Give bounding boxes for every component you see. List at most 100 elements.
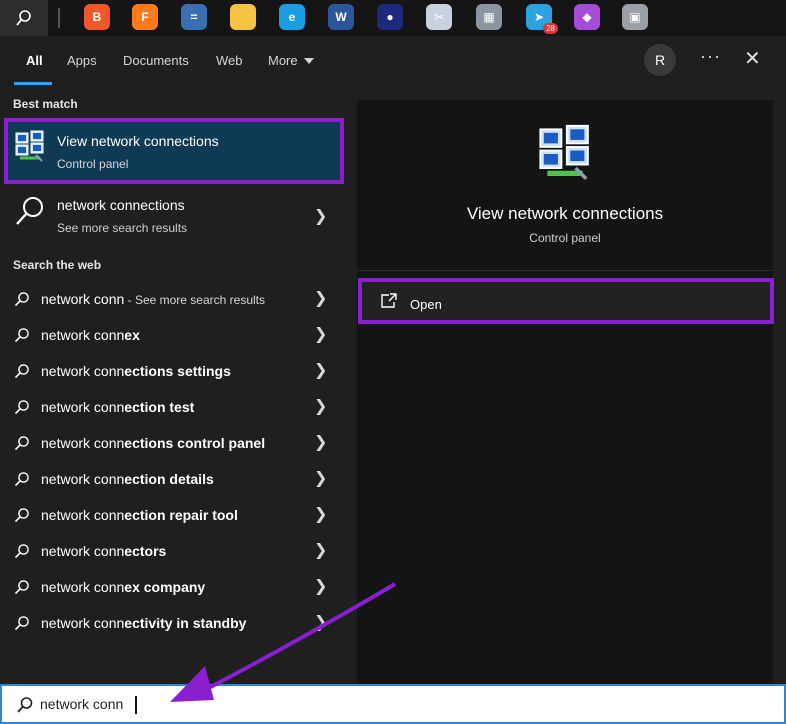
web-suggestion-item[interactable]: network connectors ❯ bbox=[0, 534, 345, 568]
search-web-heading: Search the web bbox=[13, 258, 102, 272]
web-suggestion-item[interactable]: network connex ❯ bbox=[0, 318, 345, 352]
search-icon bbox=[14, 544, 29, 559]
web-suggestion-item[interactable]: network connections control panel ❯ bbox=[0, 426, 345, 460]
search-icon bbox=[14, 292, 29, 307]
taskbar-app-word[interactable]: W bbox=[328, 4, 354, 30]
best-match-title: View network connections bbox=[57, 133, 219, 149]
tab-all[interactable]: All bbox=[26, 53, 43, 68]
taskbar: B F = e W ● ✂ ▦ ➤ 28 ◆ ▣ bbox=[0, 0, 786, 36]
tab-web[interactable]: Web bbox=[216, 53, 243, 68]
web-suggestion-item[interactable]: network connectivity in standby ❯ bbox=[0, 606, 345, 640]
web-suggestion-item[interactable]: network connection repair tool ❯ bbox=[0, 498, 345, 532]
search-icon bbox=[16, 10, 31, 26]
search-icon bbox=[16, 197, 43, 225]
search-icon bbox=[14, 328, 29, 343]
word-icon: W bbox=[335, 10, 347, 24]
search-input[interactable] bbox=[40, 692, 740, 716]
chevron-right-icon: ❯ bbox=[314, 470, 328, 487]
tab-apps[interactable]: Apps bbox=[67, 53, 97, 68]
tab-more-label: More bbox=[268, 53, 298, 68]
firefox-icon: F bbox=[141, 10, 149, 24]
search-icon bbox=[14, 364, 29, 379]
preview-title: View network connections bbox=[466, 204, 664, 223]
taskbar-app-app-11[interactable]: ◆ bbox=[574, 4, 600, 30]
web-suggestion-text: network connex company bbox=[41, 579, 205, 595]
tab-documents[interactable]: Documents bbox=[123, 53, 189, 68]
open-label: Open bbox=[410, 297, 442, 312]
taskbar-divider bbox=[58, 8, 60, 28]
query-completion: ection test bbox=[124, 399, 195, 415]
open-external-icon bbox=[381, 293, 397, 308]
taskbar-app-telegram[interactable]: ➤ 28 bbox=[526, 4, 558, 34]
taskbar-app-brave[interactable]: B bbox=[84, 4, 110, 30]
chevron-right-icon: ❯ bbox=[314, 398, 328, 415]
web-suggestion-text: network conn - See more search results bbox=[41, 291, 265, 307]
taskbar-app-calculator[interactable]: = bbox=[181, 4, 207, 30]
query-prefix: network conn bbox=[41, 327, 125, 343]
taskbar-app-edge[interactable]: e bbox=[279, 4, 305, 30]
chevron-right-icon: ❯ bbox=[314, 578, 328, 595]
web-suggestion-text: network connectivity in standby bbox=[41, 615, 246, 631]
query-hint: - See more search results bbox=[124, 293, 265, 307]
web-suggestion-text: network connection test bbox=[41, 399, 194, 415]
search-result-title: network connections bbox=[57, 197, 185, 213]
brave-icon: B bbox=[92, 10, 102, 24]
query-prefix: network conn bbox=[41, 363, 125, 379]
network-connections-icon bbox=[15, 130, 44, 162]
chevron-right-icon: ❯ bbox=[314, 362, 328, 379]
web-suggestion-item[interactable]: network connection test ❯ bbox=[0, 390, 345, 424]
web-suggestion-item[interactable]: network connection details ❯ bbox=[0, 462, 345, 496]
taskbar-search-button[interactable] bbox=[0, 0, 48, 36]
query-prefix: network conn bbox=[41, 579, 125, 595]
taskbar-app-app-8[interactable]: ✂ bbox=[426, 4, 452, 30]
tab-more[interactable]: More bbox=[268, 53, 314, 68]
search-tabs-bar: All Apps Documents Web More R ··· ✕ bbox=[0, 36, 786, 86]
best-match-subtitle: Control panel bbox=[57, 157, 129, 171]
open-button[interactable]: Open bbox=[358, 278, 774, 324]
calculator-icon: = bbox=[190, 10, 198, 24]
close-icon[interactable]: ✕ bbox=[744, 46, 761, 71]
taskbar-app-file-explorer[interactable] bbox=[230, 4, 256, 30]
tab-active-indicator bbox=[14, 82, 52, 85]
web-suggestion-item[interactable]: network conn - See more search results ❯ bbox=[0, 282, 345, 316]
web-suggestion-item[interactable]: network connex company ❯ bbox=[0, 570, 345, 604]
web-suggestion-text: network connectors bbox=[41, 543, 166, 559]
query-prefix: network conn bbox=[41, 615, 125, 631]
query-completion: ections control panel bbox=[124, 435, 266, 451]
search-icon bbox=[17, 697, 33, 713]
best-match-result[interactable]: View network connections Control panel bbox=[4, 118, 344, 184]
taskbar-app-app-7[interactable]: ● bbox=[377, 4, 403, 30]
chevron-right-icon: ❯ bbox=[314, 326, 328, 343]
query-prefix: network conn bbox=[41, 435, 125, 451]
caret-down-icon bbox=[303, 57, 314, 64]
chevron-right-icon: ❯ bbox=[314, 542, 328, 559]
text-cursor bbox=[135, 696, 137, 714]
search-icon bbox=[14, 400, 29, 415]
web-suggestion-text: network connections control panel bbox=[41, 435, 265, 451]
query-prefix: network conn bbox=[41, 471, 125, 487]
app-12-icon: ▣ bbox=[629, 10, 641, 24]
query-prefix: network conn bbox=[41, 399, 125, 415]
preview-subtitle: Control panel bbox=[529, 231, 601, 245]
search-box bbox=[0, 684, 786, 724]
query-completion: ectivity in standby bbox=[124, 615, 247, 631]
app-9-icon: ▦ bbox=[483, 10, 495, 24]
web-suggestion-item[interactable]: network connections settings ❯ bbox=[0, 354, 345, 388]
taskbar-app-app-12[interactable]: ▣ bbox=[622, 4, 648, 30]
notification-badge: 28 bbox=[543, 23, 558, 34]
search-result-subtitle: See more search results bbox=[57, 221, 188, 235]
app-7-icon: ● bbox=[386, 10, 394, 24]
query-completion: ex bbox=[124, 327, 140, 343]
network-connections-icon bbox=[539, 124, 589, 180]
query-prefix: network conn bbox=[41, 507, 125, 523]
query-completion: ections settings bbox=[124, 363, 231, 379]
taskbar-app-firefox[interactable]: F bbox=[132, 4, 158, 30]
search-result-item[interactable]: network connections See more search resu… bbox=[0, 188, 345, 244]
web-suggestion-text: network connections settings bbox=[41, 363, 231, 379]
taskbar-app-app-9[interactable]: ▦ bbox=[476, 4, 502, 30]
app-11-icon: ◆ bbox=[582, 10, 592, 24]
avatar[interactable]: R bbox=[644, 44, 676, 76]
chevron-right-icon: ❯ bbox=[314, 208, 328, 225]
query-prefix: network conn bbox=[41, 291, 125, 307]
more-options-icon[interactable]: ··· bbox=[700, 46, 721, 67]
